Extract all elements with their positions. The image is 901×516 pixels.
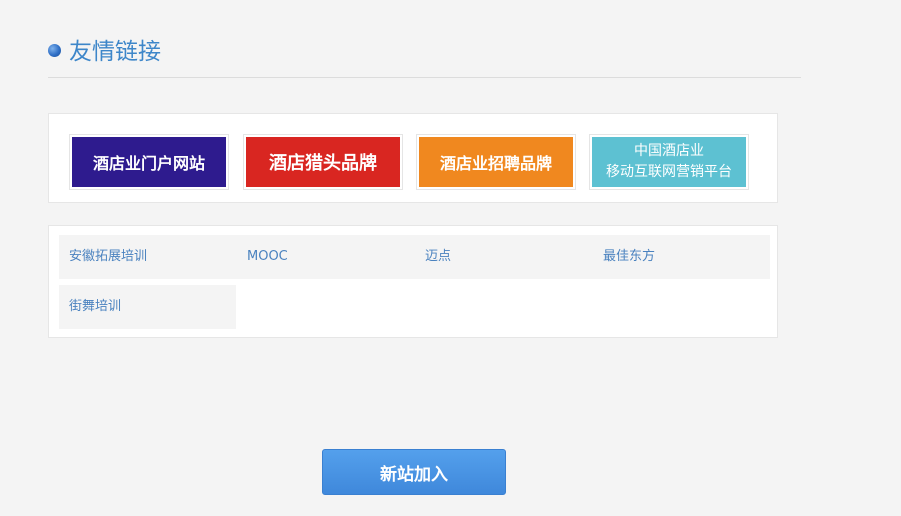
text-links-panel: 安徽拓展培训 MOOC 迈点 最佳东方 街舞培训 [48, 225, 778, 338]
link-veryeast[interactable]: 最佳东方 [603, 235, 655, 279]
logo-link-hotel-portal[interactable]: 酒店业门户网站 [69, 134, 229, 190]
logo-image: 酒店业门户网站 [72, 137, 226, 187]
link-street-dance-training[interactable]: 街舞培训 [69, 285, 121, 329]
logo-link-mobile-marketing[interactable]: 中国酒店业 移动互联网营销平台 [589, 134, 749, 190]
section-title: 友情链接 [69, 39, 161, 65]
bullet-icon [48, 44, 61, 57]
logo-text-line2: 移动互联网营销平台 [606, 164, 732, 180]
section-header: 友情链接 [48, 36, 801, 78]
logo-text-line1: 中国酒店业 [634, 143, 704, 159]
logo-text: 酒店业招聘品牌 [439, 154, 552, 173]
logo-link-headhunter[interactable]: 酒店猎头品牌 [243, 134, 403, 190]
logo-image: 酒店猎头品牌 [246, 137, 400, 187]
link-row: 安徽拓展培训 MOOC 迈点 最佳东方 [59, 235, 770, 279]
logo-text: 酒店业门户网站 [92, 154, 205, 173]
logo-image: 中国酒店业 移动互联网营销平台 [592, 137, 746, 187]
link-mooc[interactable]: MOOC [247, 235, 288, 279]
logo-link-recruitment[interactable]: 酒店业招聘品牌 [416, 134, 576, 190]
logo-image: 酒店业招聘品牌 [419, 137, 573, 187]
link-anhui-training[interactable]: 安徽拓展培训 [69, 235, 147, 279]
new-site-button[interactable]: 新站加入 [322, 449, 506, 495]
logo-links-panel: 酒店业门户网站 酒店猎头品牌 酒店业招聘品牌 中国酒店业 移动互联网营销平台 [48, 113, 778, 203]
logo-text: 酒店猎头品牌 [269, 153, 377, 174]
link-meadin[interactable]: 迈点 [425, 235, 451, 279]
link-row: 街舞培训 [59, 285, 236, 329]
